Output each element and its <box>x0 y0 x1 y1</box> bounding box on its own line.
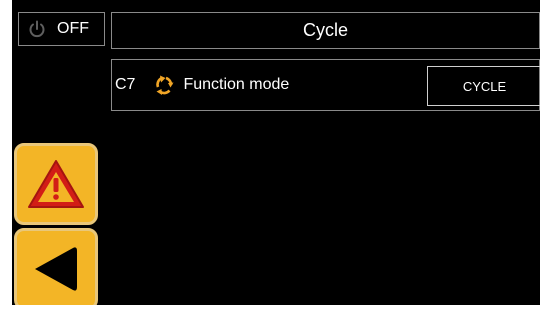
parameter-label: Function mode <box>183 76 290 93</box>
function-mode-value: CYCLE <box>462 78 507 94</box>
power-icon <box>29 20 45 38</box>
back-arrow-icon <box>35 247 77 291</box>
function-mode-value-button[interactable]: CYCLE <box>427 66 540 106</box>
parameter-row-function-mode[interactable]: C7 Function mode CYCLE <box>111 59 540 111</box>
warning-triangle-icon <box>28 160 84 208</box>
cycle-arrows-icon <box>156 75 174 95</box>
page-title-bar: Cycle <box>111 12 540 49</box>
screen: OFF Cycle C7 Function mode CYCLE <box>12 0 540 305</box>
power-state-label: OFF <box>57 20 89 37</box>
back-button[interactable] <box>14 228 98 305</box>
power-button[interactable]: OFF <box>18 12 105 46</box>
alarm-button[interactable] <box>14 143 98 225</box>
page-title: Cycle <box>302 20 348 40</box>
parameter-code: C7 <box>115 76 136 93</box>
